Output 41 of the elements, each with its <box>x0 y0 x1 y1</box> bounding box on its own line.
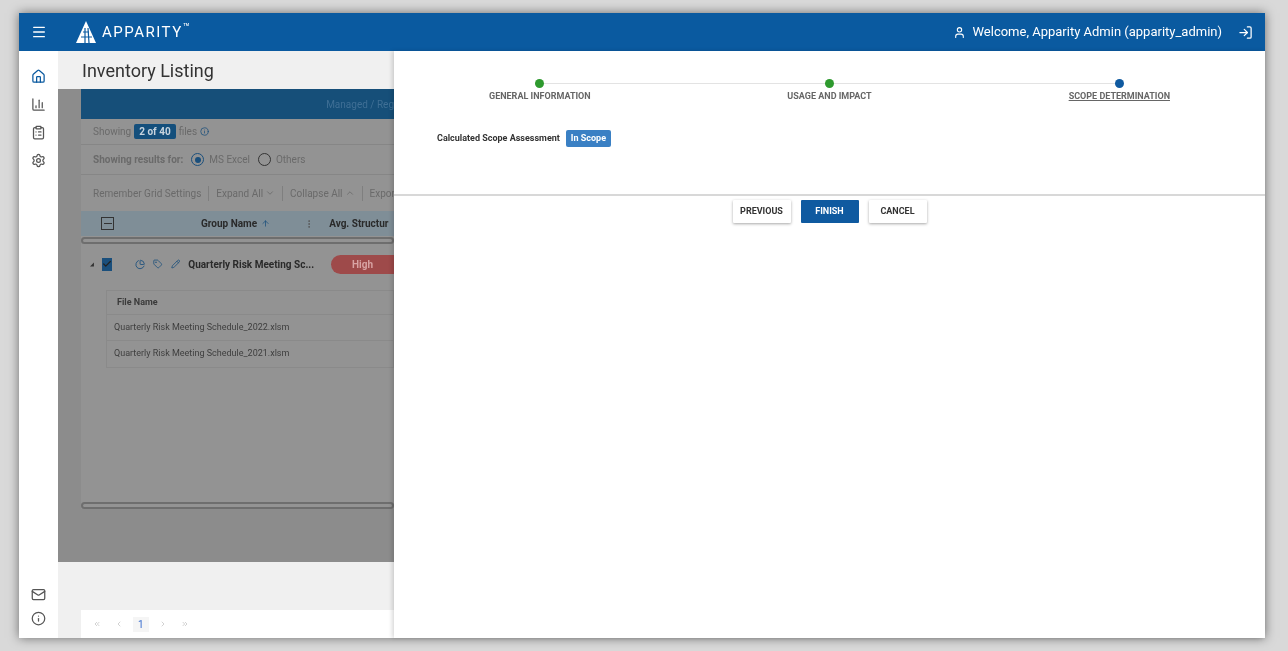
chevron-icon <box>344 188 355 198</box>
count-badge: 2 of 40 <box>134 124 176 139</box>
group-name: Quarterly Risk Meeting Sc... <box>188 257 315 272</box>
page-title: Inventory Listing <box>82 58 214 83</box>
menu-icon[interactable] <box>31 24 47 40</box>
logout-icon[interactable] <box>1238 24 1253 40</box>
settings-icon[interactable] <box>31 153 46 168</box>
step-tab[interactable]: SCOPE DETERMINATION <box>1068 90 1170 104</box>
wizard-button[interactable]: FINISH <box>800 200 859 223</box>
home-icon[interactable] <box>31 69 46 84</box>
clipboard-icon[interactable] <box>31 125 46 140</box>
assessment-label: Calculated Scope Assessment <box>437 131 560 145</box>
page-button[interactable]: 1 <box>133 616 149 632</box>
logo-icon <box>75 20 97 44</box>
file-name[interactable]: Quarterly Risk Meeting Schedule_2021.xlsm <box>114 347 290 361</box>
risk-pill: High <box>331 254 394 274</box>
collapse-arrow-icon[interactable] <box>90 261 94 267</box>
info-icon <box>200 127 210 136</box>
file-name[interactable]: Quarterly Risk Meeting Schedule_2022.xlsm <box>114 320 290 335</box>
scope-badge: In Scope <box>565 129 611 147</box>
row-checkbox[interactable] <box>101 257 113 271</box>
wizard-button[interactable]: CANCEL <box>868 200 927 223</box>
edit-icon[interactable] <box>170 258 181 270</box>
brand-name: APPARITY$^{™}$ <box>102 20 192 43</box>
step-tab[interactable]: USAGE AND IMPACT <box>787 90 872 104</box>
horizontal-scrollbar[interactable] <box>81 237 394 244</box>
column-header: File Name <box>117 295 158 309</box>
horizontal-scrollbar[interactable] <box>81 502 394 509</box>
column-header[interactable]: Avg. Structur <box>329 216 389 231</box>
column-header[interactable]: Group Name <box>201 216 258 231</box>
mail-icon[interactable] <box>31 587 46 602</box>
select-all-checkbox[interactable] <box>101 217 114 230</box>
user-icon <box>953 25 967 39</box>
chevron-icon <box>265 188 276 198</box>
pie-chart-icon[interactable] <box>135 257 146 271</box>
wizard-button[interactable]: PREVIOUS <box>732 200 791 223</box>
sort-arrow-icon[interactable] <box>261 219 271 228</box>
chart-icon[interactable] <box>31 97 46 112</box>
info-icon[interactable] <box>31 611 46 626</box>
step-tab[interactable]: GENERAL INFORMATION <box>489 90 591 104</box>
welcome-text: Welcome, Apparity Admin (apparity_admin) <box>972 23 1222 42</box>
